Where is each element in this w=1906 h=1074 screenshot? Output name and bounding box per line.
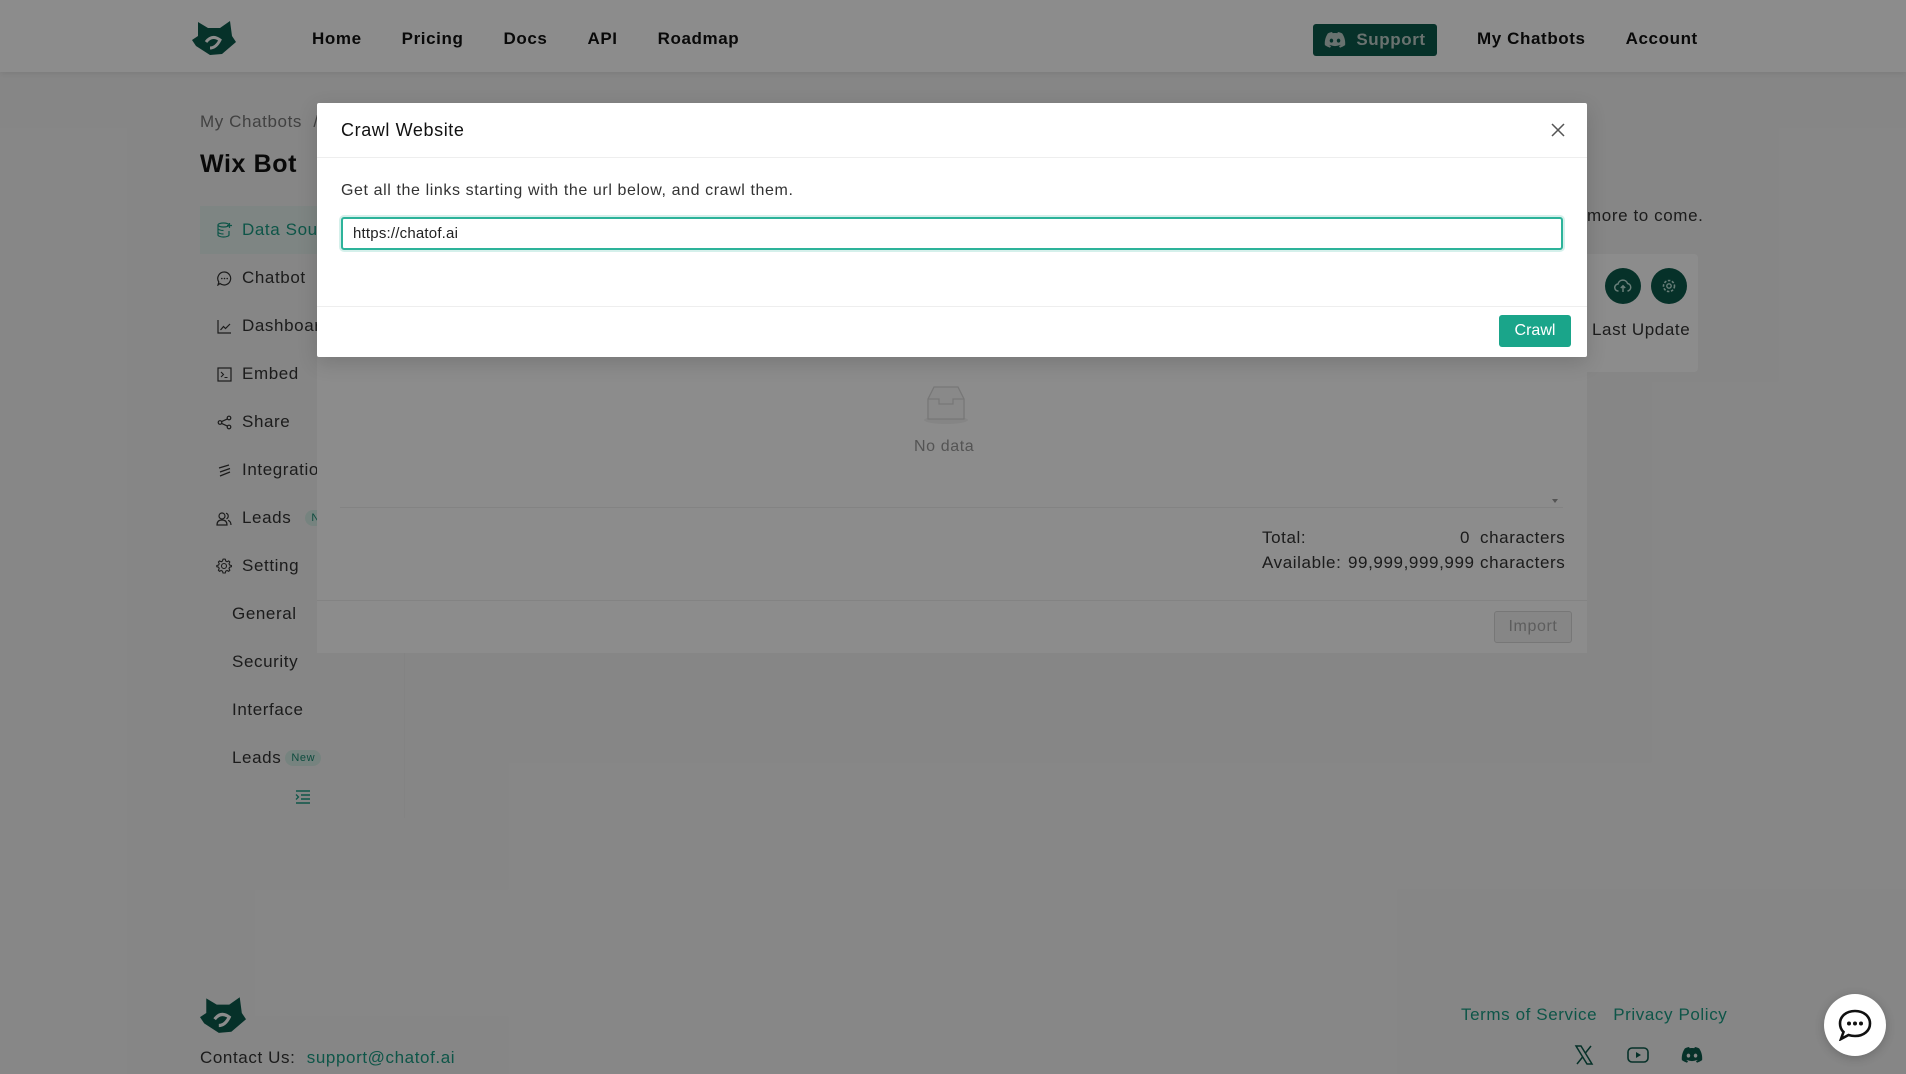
chat-widget-button[interactable] xyxy=(1824,994,1886,1056)
modal-description: Get all the links starting with the url … xyxy=(341,182,794,199)
chat-bubble-icon xyxy=(1838,1009,1872,1041)
modal-header: Crawl Website xyxy=(317,103,1587,158)
modal-title: Crawl Website xyxy=(341,119,465,140)
url-input[interactable] xyxy=(341,217,1563,250)
close-button[interactable] xyxy=(1547,119,1569,141)
crawl-button[interactable]: Crawl xyxy=(1499,315,1571,347)
modal-body: Get all the links starting with the url … xyxy=(317,158,1587,307)
crawl-website-modal: Crawl Website Get all the links starting… xyxy=(317,103,1587,357)
close-icon xyxy=(1551,123,1565,137)
